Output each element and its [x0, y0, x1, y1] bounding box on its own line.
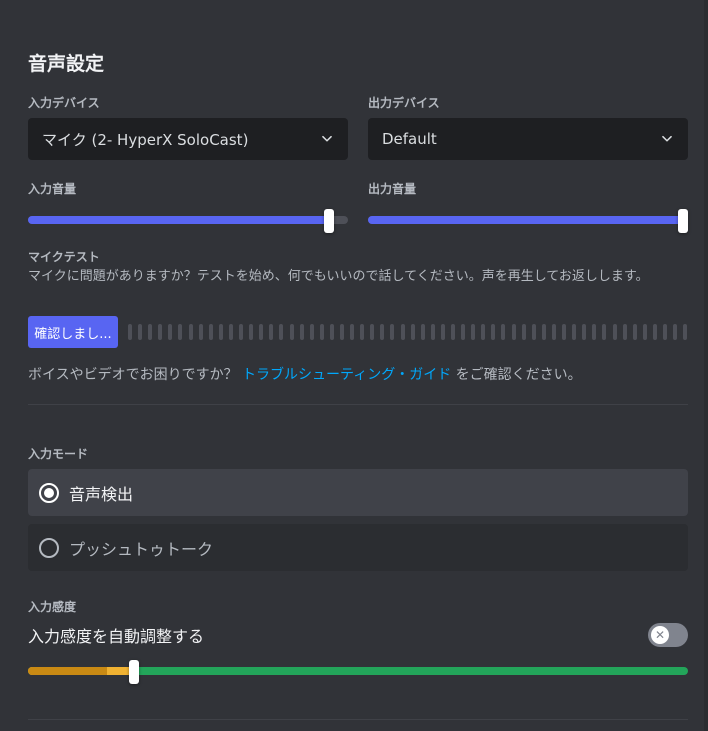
mic-test-label: マイクテスト: [28, 250, 100, 264]
meter-bar: [632, 324, 637, 340]
output-device-value: Default: [382, 130, 437, 148]
meter-bar: [168, 324, 173, 340]
sensitivity-level-indicator: [28, 667, 107, 675]
sensitivity-handle[interactable]: [129, 660, 139, 684]
input-volume-label: 入力音量: [28, 182, 77, 196]
input-mode-option-push-to-talk[interactable]: プッシュトゥトーク: [28, 524, 688, 571]
input-device-value: マイク (2- HyperX SoloCast): [42, 130, 249, 149]
meter-bar: [562, 324, 567, 340]
meter-bar: [491, 324, 496, 340]
meter-bar: [440, 324, 445, 340]
meter-bar: [400, 324, 405, 340]
meter-bar: [228, 324, 233, 340]
meter-bar: [410, 324, 415, 340]
sensitivity-slider[interactable]: [28, 667, 688, 675]
meter-bar: [622, 324, 627, 340]
meter-bar: [178, 324, 183, 340]
scrollbar-track[interactable]: [704, 0, 708, 731]
meter-bar: [239, 324, 244, 340]
meter-bar: [198, 324, 203, 340]
meter-bar: [360, 324, 365, 340]
meter-bar: [521, 324, 526, 340]
input-sensitivity-label: 入力感度: [28, 600, 77, 614]
meter-bar: [541, 324, 546, 340]
meter-bar: [370, 324, 375, 340]
meter-bar: [430, 324, 435, 340]
mic-test-description: マイクに問題がありますか？テストを始め、何でもいいので話してください。声を再生し…: [28, 269, 649, 284]
troubleshooting-guide-link[interactable]: トラブルシューティング・ガイド: [242, 367, 451, 383]
meter-bar: [339, 324, 344, 340]
help-text: ボイスやビデオでお困りですか？ トラブルシューティング・ガイド をご確認ください…: [28, 364, 582, 384]
meter-bar: [138, 324, 143, 340]
output-volume-label: 出力音量: [368, 182, 417, 196]
meter-bar: [259, 324, 264, 340]
meter-bar: [501, 324, 506, 340]
help-suffix: をご確認ください。: [455, 367, 582, 383]
auto-sensitivity-label: 入力感度を自動調整する: [28, 627, 205, 646]
output-device-label: 出力デバイス: [368, 96, 440, 110]
auto-sensitivity-toggle[interactable]: ✕: [648, 623, 688, 647]
meter-bar: [602, 324, 607, 340]
meter-bar: [218, 324, 223, 340]
divider: [28, 719, 688, 720]
meter-bar: [662, 324, 667, 340]
meter-bar: [279, 324, 284, 340]
meter-bar: [471, 324, 476, 340]
meter-bar: [319, 324, 324, 340]
radio-selected-icon: [39, 482, 59, 503]
meter-bar: [551, 324, 556, 340]
meter-bar: [289, 324, 294, 340]
input-volume-fill: [28, 216, 329, 224]
input-device-select[interactable]: マイク (2- HyperX SoloCast): [28, 118, 348, 160]
input-volume-handle[interactable]: [324, 209, 334, 233]
chevron-down-icon: [662, 135, 672, 142]
output-volume-fill: [368, 216, 688, 224]
meter-bar: [683, 324, 688, 340]
input-mode-option-label: プッシュトゥトーク: [69, 539, 214, 559]
input-mode-option-voice-activity[interactable]: 音声検出: [28, 469, 688, 516]
meter-bar: [158, 324, 163, 340]
mic-test-button[interactable]: 確認しまし...: [28, 316, 118, 348]
meter-bar: [481, 324, 486, 340]
meter-bar: [380, 324, 385, 340]
radio-unselected-icon: [39, 537, 59, 558]
meter-bar: [269, 324, 274, 340]
meter-bar: [309, 324, 314, 340]
meter-bar: [329, 324, 334, 340]
close-icon: ✕: [651, 626, 669, 644]
input-volume-slider[interactable]: [28, 209, 348, 233]
output-volume-handle[interactable]: [678, 209, 688, 233]
mic-level-meter: [128, 324, 688, 340]
meter-bar: [511, 324, 516, 340]
meter-bar: [350, 324, 355, 340]
output-device-select[interactable]: Default: [368, 118, 688, 160]
input-mode-option-label: 音声検出: [69, 484, 134, 504]
meter-bar: [299, 324, 304, 340]
input-mode-label: 入力モード: [28, 447, 89, 461]
meter-bar: [461, 324, 466, 340]
input-device-label: 入力デバイス: [28, 96, 100, 110]
help-prefix: ボイスやビデオでお困りですか？: [28, 367, 238, 383]
meter-bar: [592, 324, 597, 340]
chevron-down-icon: [322, 135, 332, 142]
meter-bar: [531, 324, 536, 340]
meter-bar: [188, 324, 193, 340]
meter-bar: [673, 324, 678, 340]
meter-bar: [451, 324, 455, 340]
meter-bar: [642, 324, 647, 340]
output-volume-slider[interactable]: [368, 209, 688, 233]
page-title: 音声設定: [28, 53, 105, 75]
meter-bar: [582, 324, 587, 340]
meter-bar: [390, 324, 395, 340]
divider: [28, 404, 688, 405]
meter-bar: [572, 324, 577, 340]
meter-bar: [612, 324, 617, 340]
meter-bar: [652, 324, 657, 340]
meter-bar: [148, 324, 153, 340]
meter-bar: [420, 324, 425, 340]
meter-bar: [249, 324, 254, 340]
meter-bar: [208, 324, 213, 340]
meter-bar: [128, 324, 132, 340]
